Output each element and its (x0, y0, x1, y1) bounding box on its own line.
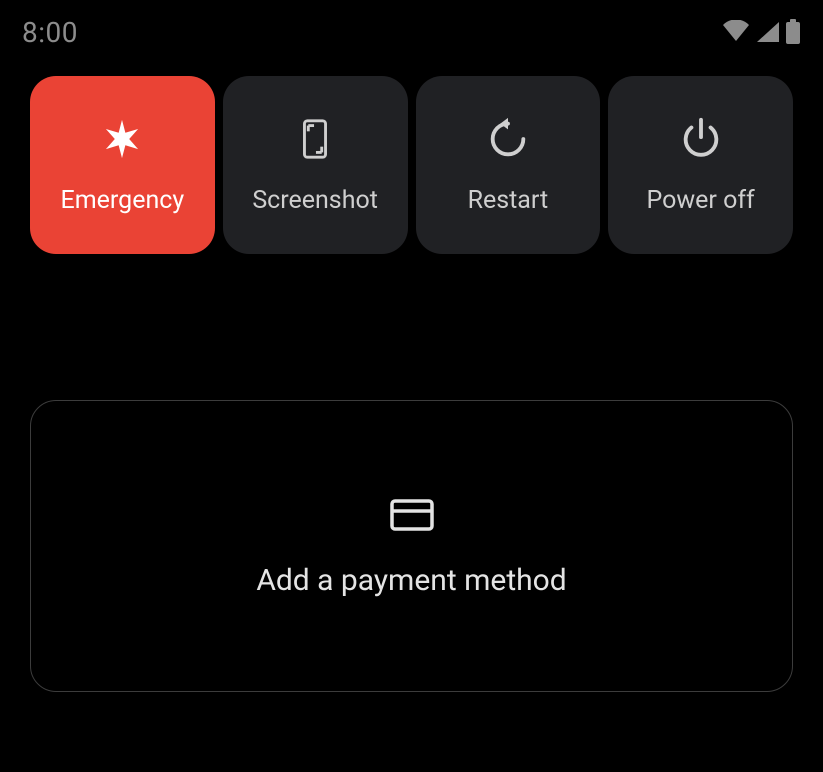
add-payment-card[interactable]: Add a payment method (30, 400, 793, 692)
status-time: 8:00 (22, 16, 78, 49)
status-bar: 8:00 (0, 0, 823, 50)
emergency-button[interactable]: Emergency (30, 76, 215, 254)
add-payment-label: Add a payment method (256, 563, 566, 598)
restart-icon (485, 116, 531, 162)
cell-signal-icon (755, 20, 781, 44)
power-off-button[interactable]: Power off (608, 76, 793, 254)
screenshot-button[interactable]: Screenshot (223, 76, 408, 254)
power-menu: Emergency Screenshot Restart (0, 50, 823, 254)
screenshot-icon (292, 116, 338, 162)
cards-area: Add a payment method (0, 254, 823, 692)
emergency-icon (99, 116, 145, 162)
wifi-icon (721, 20, 751, 44)
restart-button[interactable]: Restart (416, 76, 601, 254)
emergency-label: Emergency (61, 186, 185, 215)
restart-label: Restart (468, 186, 549, 215)
power-icon (678, 116, 724, 162)
credit-card-icon (388, 495, 436, 535)
battery-icon (785, 19, 801, 45)
power-off-label: Power off (647, 186, 755, 215)
status-icons (721, 19, 801, 45)
screenshot-label: Screenshot (252, 186, 378, 215)
